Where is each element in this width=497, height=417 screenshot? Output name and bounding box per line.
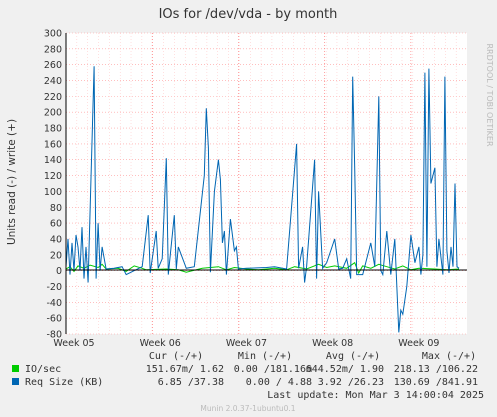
y-axis-label: Units read (-) / write (+) [6,119,18,245]
legend-header-cur: Cur (-/+) [149,351,203,362]
legend-header-avg: Avg (-/+) [326,351,380,362]
x-tick-label: Week 07 [226,338,267,349]
legend-swatch-reqsize [12,378,19,385]
y-tick-label: 160 [44,139,62,150]
y-tick-label: 100 [44,187,62,198]
legend-name-io: IO/sec [25,364,61,375]
y-tick-label: 140 [44,155,62,166]
y-tick-label: 120 [44,171,62,182]
y-tick-label: 220 [44,92,62,103]
legend-header-max: Max (-/+) [422,351,476,362]
y-tick-label: -20 [46,282,62,293]
legend-max-reqsize: 130.69 /841.91 [394,377,478,388]
y-tick-label: -40 [46,298,62,309]
y-tick-label: 0 [56,266,62,277]
y-tick-label: 240 [44,76,62,87]
legend-header-min: Min (-/+) [238,351,292,362]
y-tick-label: -60 [46,314,62,325]
legend-swatch-io [12,365,19,372]
x-tick-label: Week 09 [398,338,439,349]
chart-title: IOs for /dev/vda - by month [159,7,338,22]
y-tick-label: 200 [44,108,62,119]
x-tick-label: Week 06 [140,338,181,349]
y-tick-label: 60 [50,219,62,230]
munin-version: Munin 2.0.37-1ubuntu0.1 [200,404,295,413]
last-update: Last update: Mon Mar 3 14:00:04 2025 [267,390,484,401]
legend-avg-reqsize: 3.92 /26.23 [318,377,384,388]
legend-cur-io: 151.67m/ 1.62 [146,364,224,375]
y-tick-label: 40 [50,234,62,245]
legend-cur-reqsize: 6.85 /37.38 [158,377,224,388]
y-tick-label: 180 [44,124,62,135]
legend-max-io: 218.13 /106.22 [394,364,478,375]
rrdtool-credit: RRDTOOL / TOBI OETIKER [485,43,494,146]
legend-min-io: 0.00 /181.16m [234,364,312,375]
legend-min-reqsize: 0.00 / 4.88 [246,377,312,388]
legend-avg-io: 644.52m/ 1.90 [306,364,384,375]
y-tick-label: 20 [50,250,62,261]
chart-svg: IOs for /dev/vda - by month RRDTOOL / TO… [0,0,497,417]
x-tick-label: Week 08 [312,338,353,349]
legend-name-reqsize: Req Size (KB) [25,377,103,388]
y-tick-label: 300 [44,29,62,40]
y-tick-label: 80 [50,203,62,214]
munin-graph: IOs for /dev/vda - by month RRDTOOL / TO… [0,0,497,417]
y-tick-label: 280 [44,44,62,55]
x-tick-label: Week 05 [53,338,94,349]
y-tick-label: 260 [44,60,62,71]
